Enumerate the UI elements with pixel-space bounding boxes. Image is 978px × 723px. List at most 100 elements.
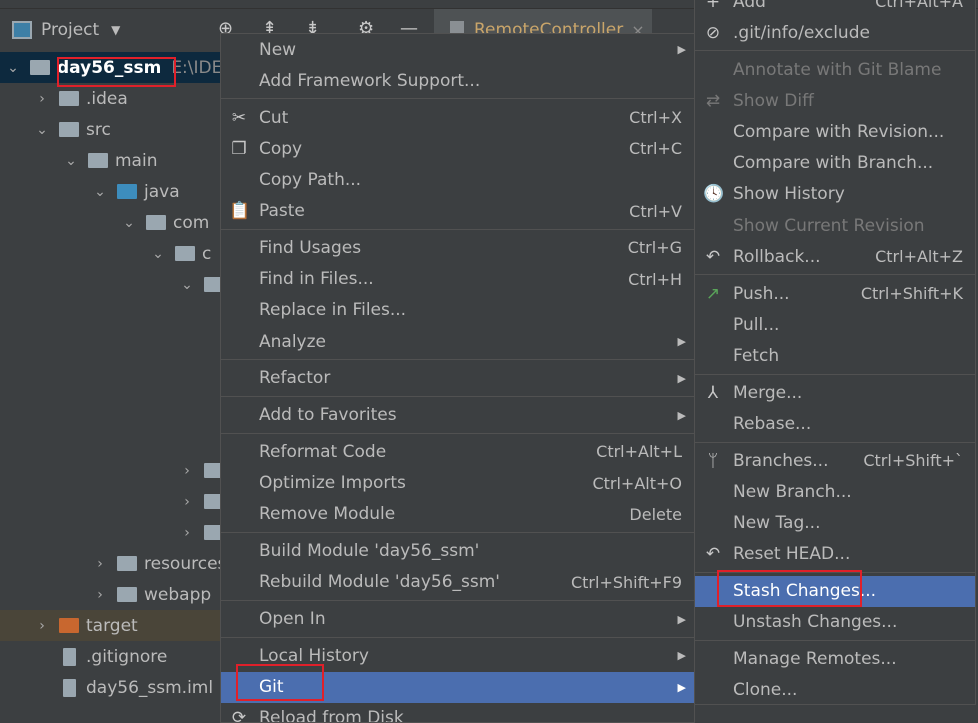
menu-item-reset-head[interactable]: ↶ Reset HEAD... [695, 539, 975, 570]
menu-item-show-diff: ⇄ Show Diff [695, 85, 975, 116]
paste-icon: 📋 [229, 201, 251, 222]
menu-item-git[interactable]: Git ▶ [221, 671, 694, 703]
tree-item-label: main [115, 150, 158, 171]
chevron-down-icon[interactable]: ⌄ [64, 153, 78, 169]
menu-separator [221, 432, 694, 434]
chevron-right-icon[interactable]: › [93, 587, 107, 603]
tree-item[interactable]: ⌄ day56_ssm E:\IDE [0, 52, 240, 83]
folder-icon [146, 215, 166, 230]
menu-item-label: Find Usages [259, 237, 362, 258]
tree-item[interactable]: .gitignore [0, 641, 240, 672]
chevron-right-icon[interactable]: › [180, 494, 194, 510]
shortcut-label: Ctrl+Alt+A [875, 0, 963, 11]
menu-item-copy[interactable]: ❐ Copy Ctrl+C [221, 133, 694, 164]
menu-item-clone[interactable]: Clone... [695, 675, 975, 704]
tree-item[interactable]: ⌄ [0, 269, 240, 300]
menu-item-replace-in-files[interactable]: Replace in Files... [221, 295, 694, 326]
menu-item-label: Add to Favorites [259, 405, 397, 426]
menu-item-label: Unstash Changes... [733, 612, 898, 633]
project-view-selector[interactable]: Project [41, 20, 99, 40]
menu-item-push[interactable]: ↗ Push... Ctrl+Shift+K [695, 278, 975, 309]
menu-item-compare-with-revision[interactable]: Compare with Revision... [695, 116, 975, 147]
menu-item-reformat-code[interactable]: Reformat Code Ctrl+Alt+L [221, 436, 694, 467]
menu-item-analyze[interactable]: Analyze ▶ [221, 326, 694, 357]
menu-item-local-history[interactable]: Local History ▶ [221, 640, 694, 671]
menu-item-rebase[interactable]: Rebase... [695, 408, 975, 439]
tree-item[interactable]: › [0, 517, 240, 548]
tree-item[interactable]: › target [0, 610, 240, 641]
folder-icon [59, 618, 79, 633]
menu-item-label: Show History [733, 184, 845, 205]
menu-item-build-module-day56-ssm[interactable]: Build Module 'day56_ssm' [221, 536, 694, 567]
chevron-down-icon[interactable]: ⌄ [35, 122, 49, 138]
menu-item-paste[interactable]: 📋 Paste Ctrl+V [221, 196, 694, 227]
menu-item-stash-changes[interactable]: Stash Changes... [695, 575, 975, 607]
menu-item-show-history[interactable]: 🕓 Show History [695, 179, 975, 210]
chevron-right-icon[interactable]: › [35, 91, 49, 107]
menu-item-cut[interactable]: ✂ Cut Ctrl+X [221, 102, 694, 133]
menu-item-remove-module[interactable]: Remove Module Delete [221, 499, 694, 530]
menu-item-optimize-imports[interactable]: Optimize Imports Ctrl+Alt+O [221, 468, 694, 499]
chevron-right-icon[interactable]: › [35, 618, 49, 634]
menu-item-label: Refactor [259, 368, 331, 389]
menu-item-label: Rollback... [733, 246, 821, 267]
menu-item-fetch[interactable]: Fetch [695, 340, 975, 371]
menu-item-find-in-files[interactable]: Find in Files... Ctrl+H [221, 264, 694, 295]
tree-item[interactable]: ⌄ java [0, 176, 240, 207]
chevron-down-icon[interactable]: ⌄ [93, 184, 107, 200]
menu-item-branches[interactable]: ᛘ Branches... Ctrl+Shift+` [695, 445, 975, 476]
menu-item-git-info-exclude[interactable]: ⊘ .git/info/exclude [695, 17, 975, 48]
menu-item-reload-from-disk[interactable]: ⟳ Reload from Disk [221, 703, 694, 722]
context-menu: New ▶ Add Framework Support... ✂ Cut Ctrl+X ❐ C… [220, 33, 695, 723]
chevron-down-icon[interactable]: ⌄ [151, 246, 165, 262]
tree-item[interactable]: › .idea [0, 83, 240, 114]
chevron-right-icon[interactable]: › [180, 463, 194, 479]
tree-item[interactable]: › resources [0, 548, 240, 579]
menu-item-compare-with-branch[interactable]: Compare with Branch... [695, 148, 975, 179]
menu-item-add[interactable]: + Add Ctrl+Alt+A [695, 0, 975, 17]
chevron-right-icon[interactable]: › [93, 556, 107, 572]
chevron-right-icon[interactable]: › [180, 525, 194, 541]
menu-item-rollback[interactable]: ↶ Rollback... Ctrl+Alt+Z [695, 241, 975, 272]
tree-item[interactable]: › [0, 455, 240, 486]
tree-item-label: day56_ssm [57, 57, 162, 78]
menu-item-find-usages[interactable]: Find Usages Ctrl+G [221, 232, 694, 263]
menu-item-new-branch[interactable]: New Branch... [695, 476, 975, 507]
chevron-down-icon[interactable]: ▼ [111, 23, 120, 37]
tree-item[interactable]: ⌄ com [0, 207, 240, 238]
submenu-arrow-icon: ▶ [677, 371, 686, 385]
chevron-down-icon[interactable]: ⌄ [6, 60, 20, 76]
menu-item-open-in[interactable]: Open In ▶ [221, 604, 694, 635]
chevron-down-icon[interactable]: ⌄ [180, 277, 194, 293]
submenu-arrow-icon: ▶ [677, 680, 686, 694]
tree-item[interactable]: › [0, 486, 240, 517]
tree-item[interactable]: ⌄ src [0, 114, 240, 145]
menu-item-label: Remove Module [259, 504, 396, 525]
submenu-arrow-icon: ▶ [677, 335, 686, 348]
menu-item-merge[interactable]: ⅄ Merge... [695, 377, 975, 408]
menu-item-pull[interactable]: Pull... [695, 309, 975, 340]
menu-item-label: Paste [259, 201, 305, 222]
menu-item-manage-remotes[interactable]: Manage Remotes... [695, 644, 975, 675]
menu-item-label: Copy Path... [259, 169, 362, 190]
menu-item-label: Cut [259, 107, 289, 128]
menu-item-label: Clone... [733, 680, 798, 701]
menu-item-add-framework-support[interactable]: Add Framework Support... [221, 65, 694, 96]
tree-item[interactable]: ⌄ c [0, 238, 240, 269]
file-icon [63, 678, 76, 697]
push-arrow-icon: ↗ [705, 283, 721, 304]
menu-item-new[interactable]: New ▶ [221, 34, 694, 65]
shortcut-label: Ctrl+V [629, 201, 682, 221]
tree-item[interactable]: › webapp [0, 579, 240, 610]
menu-item-copy-path[interactable]: Copy Path... [221, 164, 694, 195]
tree-item[interactable]: ⌄ main [0, 145, 240, 176]
chevron-down-icon[interactable]: ⌄ [122, 215, 136, 231]
menu-item-unstash-changes[interactable]: Unstash Changes... [695, 607, 975, 638]
menu-separator [221, 532, 694, 533]
menu-item-refactor[interactable]: Refactor ▶ [221, 363, 694, 394]
menu-item-rebuild-module-day56-ssm[interactable]: Rebuild Module 'day56_ssm' Ctrl+Shift+F9 [221, 567, 694, 598]
menu-item-new-tag[interactable]: New Tag... [695, 508, 975, 539]
tree-item[interactable]: day56_ssm.iml [0, 672, 240, 703]
menu-item-add-to-favorites[interactable]: Add to Favorites ▶ [221, 400, 694, 431]
menu-item-label: Rebase... [733, 413, 812, 434]
